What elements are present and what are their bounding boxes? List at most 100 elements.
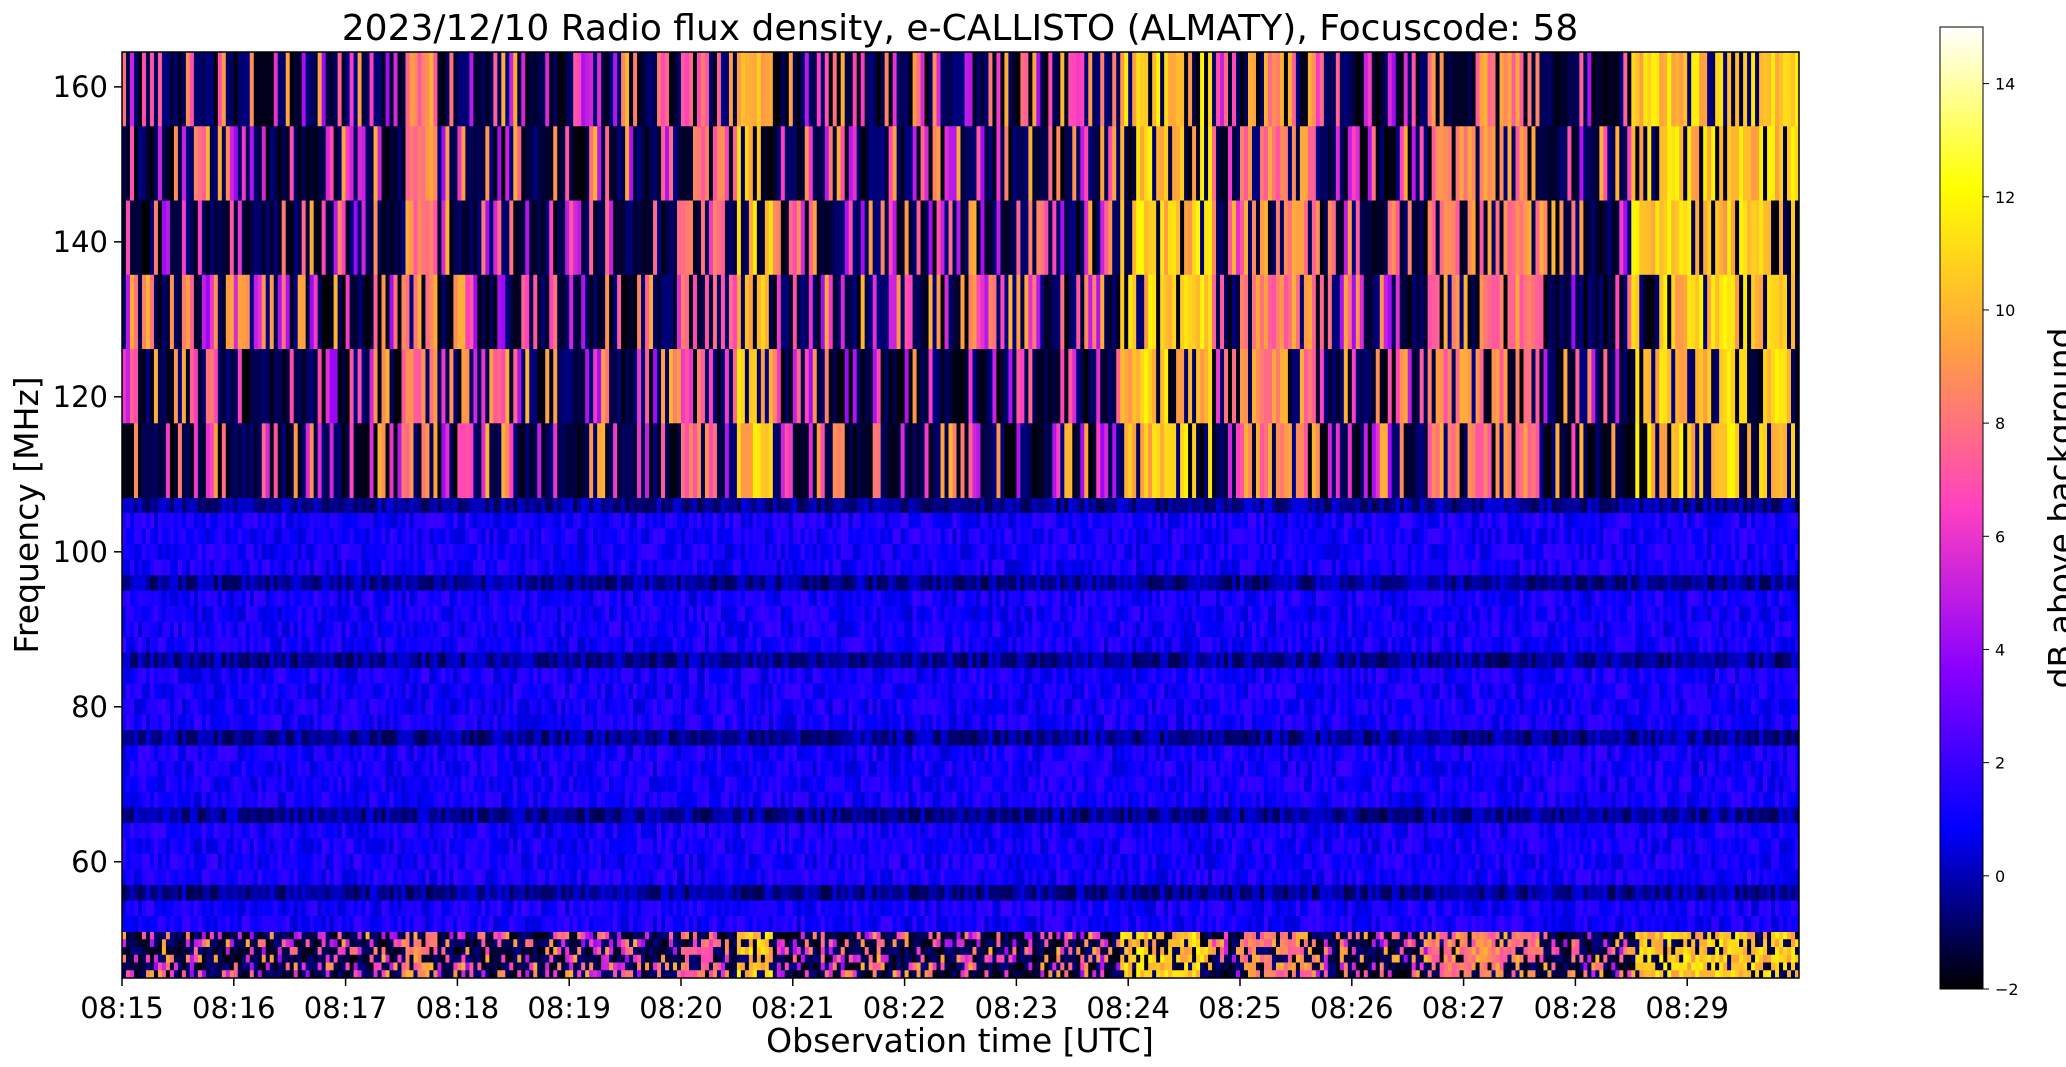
heatmap-cell (202, 823, 206, 839)
heatmap-cell (1028, 963, 1032, 971)
heatmap-cell (350, 947, 354, 955)
heatmap-cell (378, 792, 382, 808)
heatmap-cell (334, 777, 338, 793)
heatmap-cell (1080, 947, 1084, 955)
heatmap-cell (230, 575, 234, 591)
heatmap-cell (1607, 932, 1611, 940)
heatmap-cell (134, 792, 138, 808)
heatmap-cell (310, 622, 314, 638)
heatmap-cell (354, 792, 358, 808)
heatmap-cell (246, 730, 250, 746)
heatmap-cell (845, 932, 849, 940)
heatmap-cell (761, 947, 765, 955)
heatmap-cell (142, 544, 146, 560)
heatmap-cell (334, 529, 338, 545)
heatmap-cell (326, 684, 330, 700)
heatmap-cell (805, 947, 809, 955)
heatmap-cell (1100, 939, 1104, 947)
heatmap-cell (853, 963, 857, 971)
heatmap-cell (1116, 963, 1120, 971)
heatmap-cell (813, 963, 817, 971)
heatmap-cell (206, 668, 210, 684)
heatmap-cell (1244, 939, 1248, 947)
heatmap-cell (302, 916, 306, 932)
heatmap-cell (976, 963, 980, 971)
heatmap-cell (242, 715, 246, 731)
heatmap-cell (298, 870, 302, 886)
heatmap-cell (1360, 963, 1364, 971)
heatmap-cell (1308, 932, 1312, 940)
heatmap-cell (154, 947, 158, 955)
heatmap-cell (254, 513, 258, 529)
heatmap-cell (298, 808, 302, 824)
heatmap-cell (238, 529, 242, 545)
heatmap-cell (214, 622, 218, 638)
heatmap-cell (254, 963, 258, 971)
heatmap-cell (282, 653, 286, 669)
heatmap-cell (334, 544, 338, 560)
heatmap-cell (597, 947, 601, 955)
heatmap-cell (326, 916, 330, 932)
heatmap-cell (170, 684, 174, 700)
heatmap-cell (126, 637, 130, 653)
heatmap-cell (194, 955, 198, 963)
heatmap-cell (1703, 932, 1707, 940)
heatmap-cell (374, 668, 378, 684)
heatmap-cell (262, 560, 266, 576)
heatmap-cell (821, 963, 825, 971)
heatmap-cell (909, 955, 913, 963)
heatmap-cell (190, 963, 194, 971)
heatmap-cell (673, 932, 677, 940)
heatmap-cell (517, 947, 521, 955)
heatmap-cell (174, 637, 178, 653)
heatmap-cell (1020, 955, 1024, 963)
heatmap-cell (250, 932, 254, 940)
heatmap-cell (429, 955, 433, 963)
heatmap-cell (218, 870, 222, 886)
heatmap-cell (1715, 963, 1719, 971)
heatmap-cell (222, 684, 226, 700)
heatmap-cell (126, 916, 130, 932)
heatmap-cell (386, 939, 390, 947)
heatmap-cell (1555, 955, 1559, 963)
heatmap-cell (1699, 947, 1703, 955)
heatmap-cell (174, 606, 178, 622)
heatmap-cell (1787, 963, 1791, 971)
heatmap-cell (481, 939, 485, 947)
heatmap-cell (1432, 955, 1436, 963)
heatmap-cell (338, 684, 342, 700)
heatmap-cell (270, 746, 274, 762)
heatmap-cell (1064, 963, 1068, 971)
heatmap-cell (1336, 932, 1340, 940)
heatmap-cell (130, 498, 134, 514)
heatmap-cell (949, 947, 953, 955)
heatmap-cell (318, 963, 322, 971)
heatmap-cell (330, 854, 334, 870)
heatmap-cell (238, 939, 242, 947)
heatmap-cell (637, 932, 641, 940)
heatmap-cell (298, 823, 302, 839)
heatmap-cell (1767, 963, 1771, 971)
heatmap-cell (721, 939, 725, 947)
heatmap-cell (1120, 932, 1124, 940)
heatmap-cell (1512, 939, 1516, 947)
heatmap-cell (182, 575, 186, 591)
heatmap-cell (1256, 963, 1260, 971)
heatmap-cell (1559, 932, 1563, 940)
heatmap-cell (230, 560, 234, 576)
heatmap-cell (1144, 932, 1148, 940)
heatmap-cell (266, 668, 270, 684)
heatmap-cell (841, 947, 845, 955)
heatmap-cell (162, 606, 166, 622)
heatmap-cell (1751, 963, 1755, 971)
heatmap-cell (190, 529, 194, 545)
heatmap-cell (749, 947, 753, 955)
heatmap-cell (1112, 947, 1116, 955)
heatmap-cell (178, 730, 182, 746)
heatmap-cell (182, 684, 186, 700)
heatmap-cell (1376, 963, 1380, 971)
heatmap-cell (126, 606, 130, 622)
heatmap-cell (170, 823, 174, 839)
heatmap-cell (374, 901, 378, 917)
heatmap-cell (350, 854, 354, 870)
